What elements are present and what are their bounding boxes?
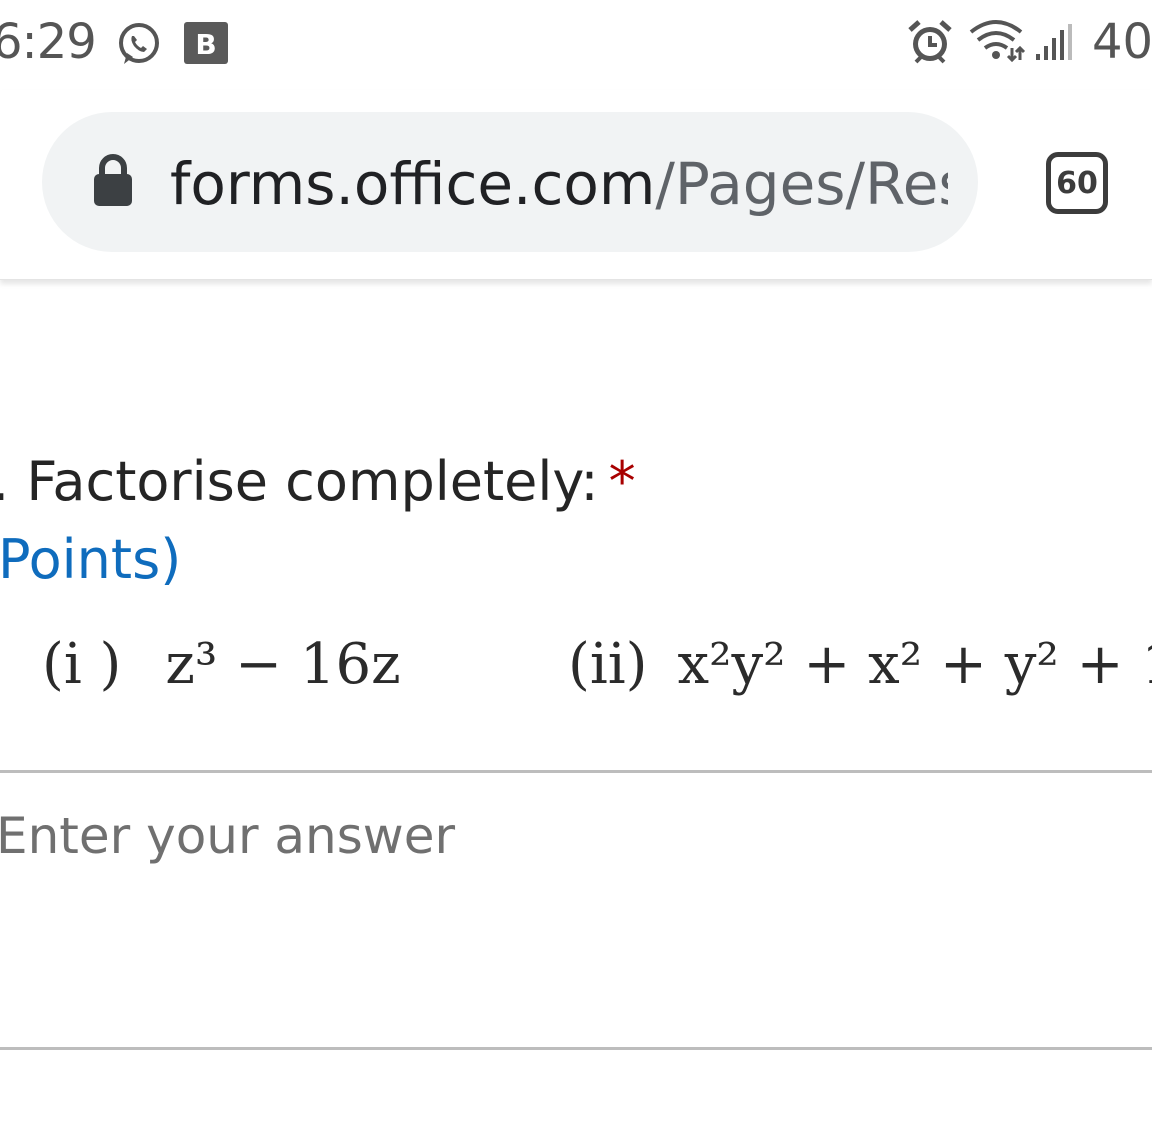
- lock-icon[interactable]: [90, 152, 136, 208]
- svg-text:B: B: [195, 28, 216, 61]
- tab-count-label: 60: [1056, 165, 1098, 201]
- wifi-icon: [969, 20, 1026, 63]
- question-part-ii: (ii) x²y² + x² + y² + 1: [568, 632, 1152, 697]
- whatsapp-icon: [119, 23, 159, 64]
- tab-switcher-button[interactable]: 60: [1046, 152, 1108, 214]
- url-text[interactable]: forms.office.com/Pages/Res: [170, 152, 948, 216]
- battery-level: 40: [1092, 14, 1152, 70]
- question-title: . Factorise completely: *: [0, 450, 636, 513]
- signal-icon: [1036, 24, 1072, 60]
- question-part-i: (i ) z³ − 16z: [42, 632, 401, 697]
- url-domain: forms.office.com: [170, 152, 656, 216]
- points-label: Points): [0, 528, 182, 591]
- part-ii-expression: x²y² + x² + y² + 1: [677, 632, 1152, 697]
- question-title-text: . Factorise completely:: [0, 450, 599, 513]
- b-app-icon: B: [184, 22, 228, 64]
- url-path: /Pages/Res: [655, 152, 948, 216]
- status-time: 6:29: [0, 14, 97, 70]
- part-ii-label: (ii): [568, 632, 648, 697]
- part-i-label: (i ): [42, 632, 122, 697]
- status-bar: 6:29 B 40: [0, 0, 1152, 90]
- required-marker: *: [608, 450, 636, 513]
- browser-toolbar: forms.office.com/Pages/Res 60: [0, 90, 1152, 280]
- url-bar[interactable]: forms.office.com/Pages/Res: [42, 112, 978, 252]
- alarm-icon: [908, 20, 952, 64]
- part-i-expression: z³ − 16z: [165, 632, 401, 697]
- answer-input[interactable]: [0, 770, 1152, 1050]
